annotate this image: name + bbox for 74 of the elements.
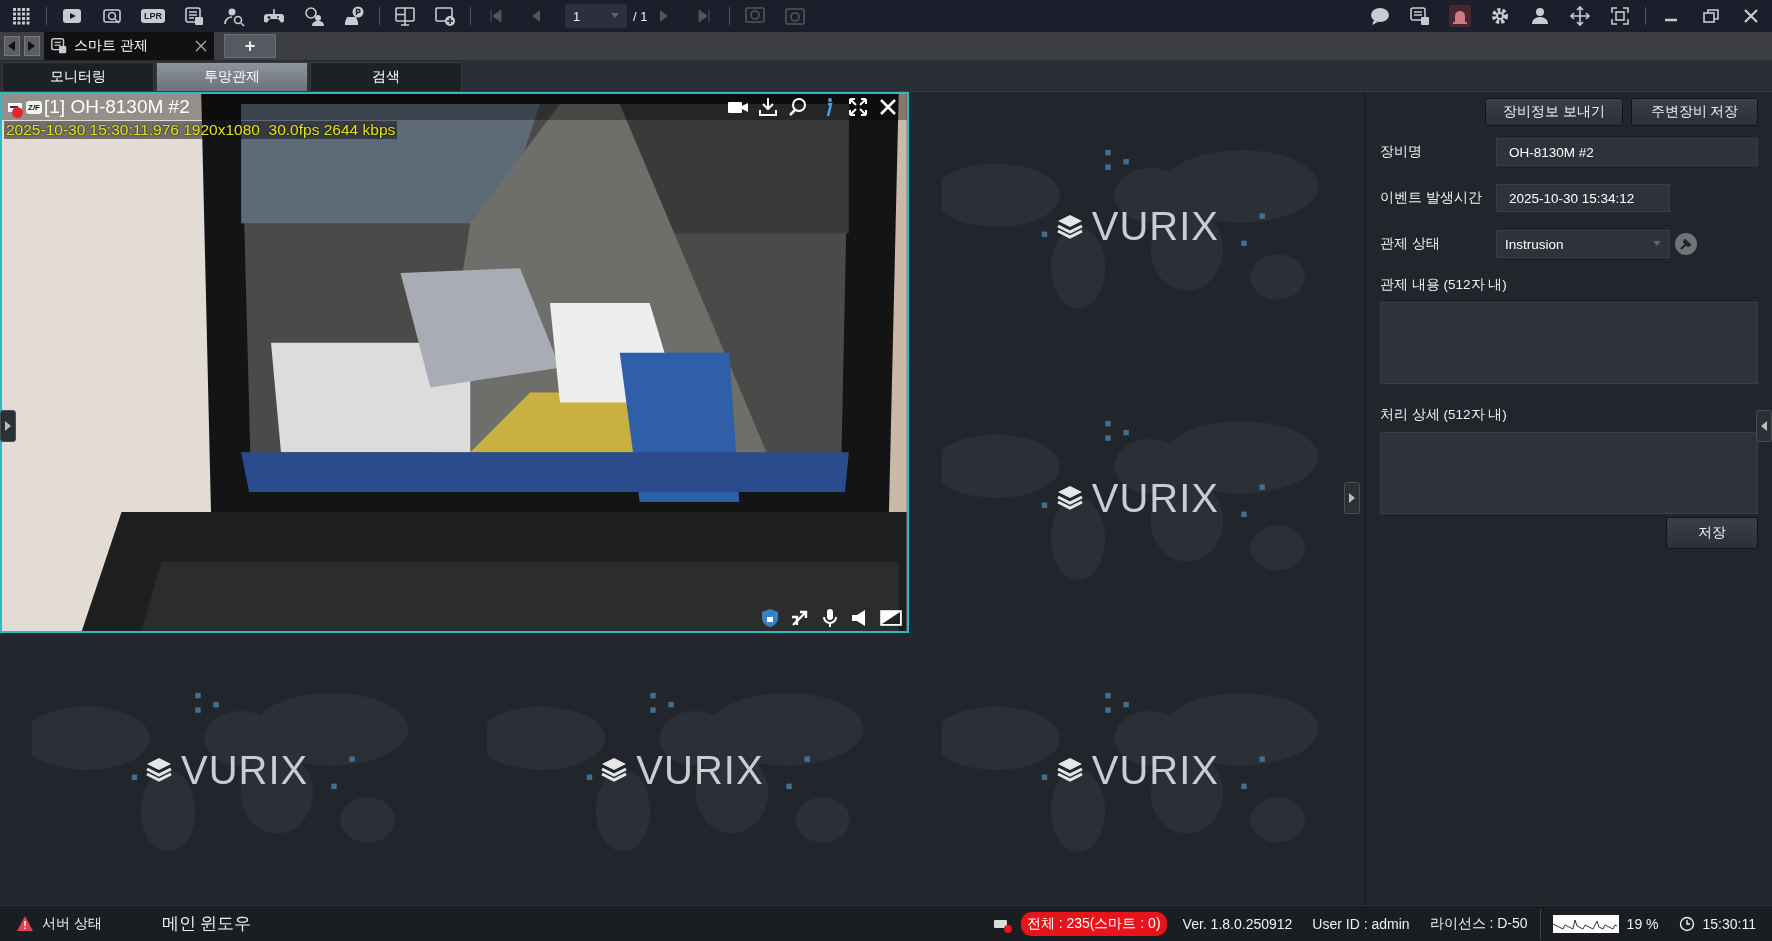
event-time-field[interactable]: 2025-10-30 15:34:12 <box>1496 184 1670 212</box>
collapse-handle[interactable] <box>1344 482 1360 514</box>
license-label: 라이선스 : D-50 <box>1429 914 1528 933</box>
clock-icon <box>1678 915 1695 932</box>
fullscreen-icon[interactable] <box>1609 5 1631 27</box>
save-button[interactable]: 저장 <box>1666 517 1758 549</box>
left-arrow-icon <box>8 41 16 51</box>
expand-icon[interactable] <box>846 96 869 118</box>
settings-icon[interactable] <box>1489 5 1511 27</box>
scroll-left-button[interactable] <box>4 36 20 56</box>
view-tab[interactable]: 모니터링 <box>2 62 154 91</box>
clock-time: 15:30:11 <box>1702 915 1756 932</box>
video-tile[interactable]: Z/F [1] OH-8130M #2 2025-10-30 15:30:11.976 1920x1080 30.0fps 2644 kbps <box>0 92 909 634</box>
cpu-graph <box>1552 914 1619 933</box>
field-label: 관제 내용 (512자 내) <box>1380 276 1508 294</box>
field-label: 장비명 <box>1380 143 1423 161</box>
field-label: 처리 상세 (512자 내) <box>1380 406 1508 424</box>
close-tab-icon[interactable] <box>194 39 208 53</box>
page-field[interactable]: 1 <box>565 4 627 28</box>
move-icon[interactable] <box>1569 5 1591 27</box>
user-icon[interactable] <box>1529 5 1551 27</box>
window-name: 메인 윈도우 <box>161 912 252 934</box>
event-list-icon[interactable] <box>183 5 205 27</box>
layers-icon <box>1055 212 1084 241</box>
alarm-icon[interactable] <box>1449 5 1471 27</box>
field-label: 관제 상태 <box>1380 235 1441 253</box>
pin-icon <box>1679 237 1693 251</box>
right-arrow-icon <box>1349 493 1355 503</box>
view-tab[interactable]: 검색 <box>310 62 462 91</box>
user-id-label: User ID : admin <box>1312 915 1410 932</box>
server-status-label: 서버 상태 <box>42 914 102 933</box>
panel-button[interactable]: 장비정보 보내기 <box>1485 98 1623 126</box>
cpu-usage-label: 19 % <box>1626 915 1659 932</box>
empty-video-tile[interactable]: VURIX <box>0 635 454 905</box>
camera-title: [1] OH-8130M #2 <box>44 96 190 118</box>
view-tab[interactable]: 투망관제 <box>156 62 308 91</box>
event-list-icon[interactable] <box>1409 5 1431 27</box>
empty-video-tile[interactable]: VURIX <box>910 92 1364 362</box>
vurix-logo-text: VURIX <box>636 747 764 793</box>
field-label: 이벤트 발생시간 <box>1380 189 1483 207</box>
video-info-overlay: 2025-10-30 15:30:11.976 1920x1080 30.0fps 2644 kbps <box>4 121 398 139</box>
pin-button[interactable] <box>1675 233 1697 255</box>
workspace-tab[interactable]: 스마트 관제 <box>44 32 214 60</box>
chat-icon[interactable] <box>1369 5 1391 27</box>
left-arrow-icon <box>1761 421 1767 431</box>
add-screen-icon[interactable] <box>434 5 456 27</box>
right-arrow-icon <box>5 421 11 431</box>
device-count-badge: 전체 : 235(스마트 : 0) <box>1020 911 1167 936</box>
vurix-logo-text: VURIX <box>181 747 309 793</box>
grid-menu-icon[interactable] <box>10 5 32 27</box>
vurix-logo-text: VURIX <box>1091 747 1219 793</box>
download-icon[interactable] <box>756 96 779 118</box>
collapse-handle[interactable] <box>0 410 16 442</box>
empty-video-tile[interactable]: VURIX <box>455 635 909 905</box>
version-label: Ver. 1.8.0.250912 <box>1182 915 1293 932</box>
right-arrow-icon <box>28 41 36 51</box>
event-list-icon <box>50 37 68 55</box>
parking-car-icon[interactable] <box>343 5 365 27</box>
status-dropdown[interactable]: Instrusion <box>1496 230 1670 258</box>
lpr-button[interactable]: LPR <box>141 9 165 23</box>
add-tab-button[interactable]: + <box>224 34 276 58</box>
vurix-logo-text: VURIX <box>1091 204 1219 250</box>
empty-video-tile[interactable]: VURIX <box>910 635 1364 905</box>
warning-icon <box>16 915 34 932</box>
vurix-logo-text: VURIX <box>1091 476 1219 521</box>
page-total: / 1 <box>633 8 648 24</box>
panel-button[interactable]: 주변장비 저장 <box>1631 98 1758 126</box>
split-screen-icon[interactable] <box>394 5 416 27</box>
caret-icon <box>611 13 619 19</box>
device-name-field[interactable]: OH-8130M #2 <box>1496 138 1758 166</box>
collapse-handle[interactable] <box>1756 410 1772 442</box>
scroll-right-button[interactable] <box>24 36 40 56</box>
caret-icon <box>1653 241 1661 247</box>
empty-video-tile[interactable]: VURIX <box>910 363 1364 634</box>
